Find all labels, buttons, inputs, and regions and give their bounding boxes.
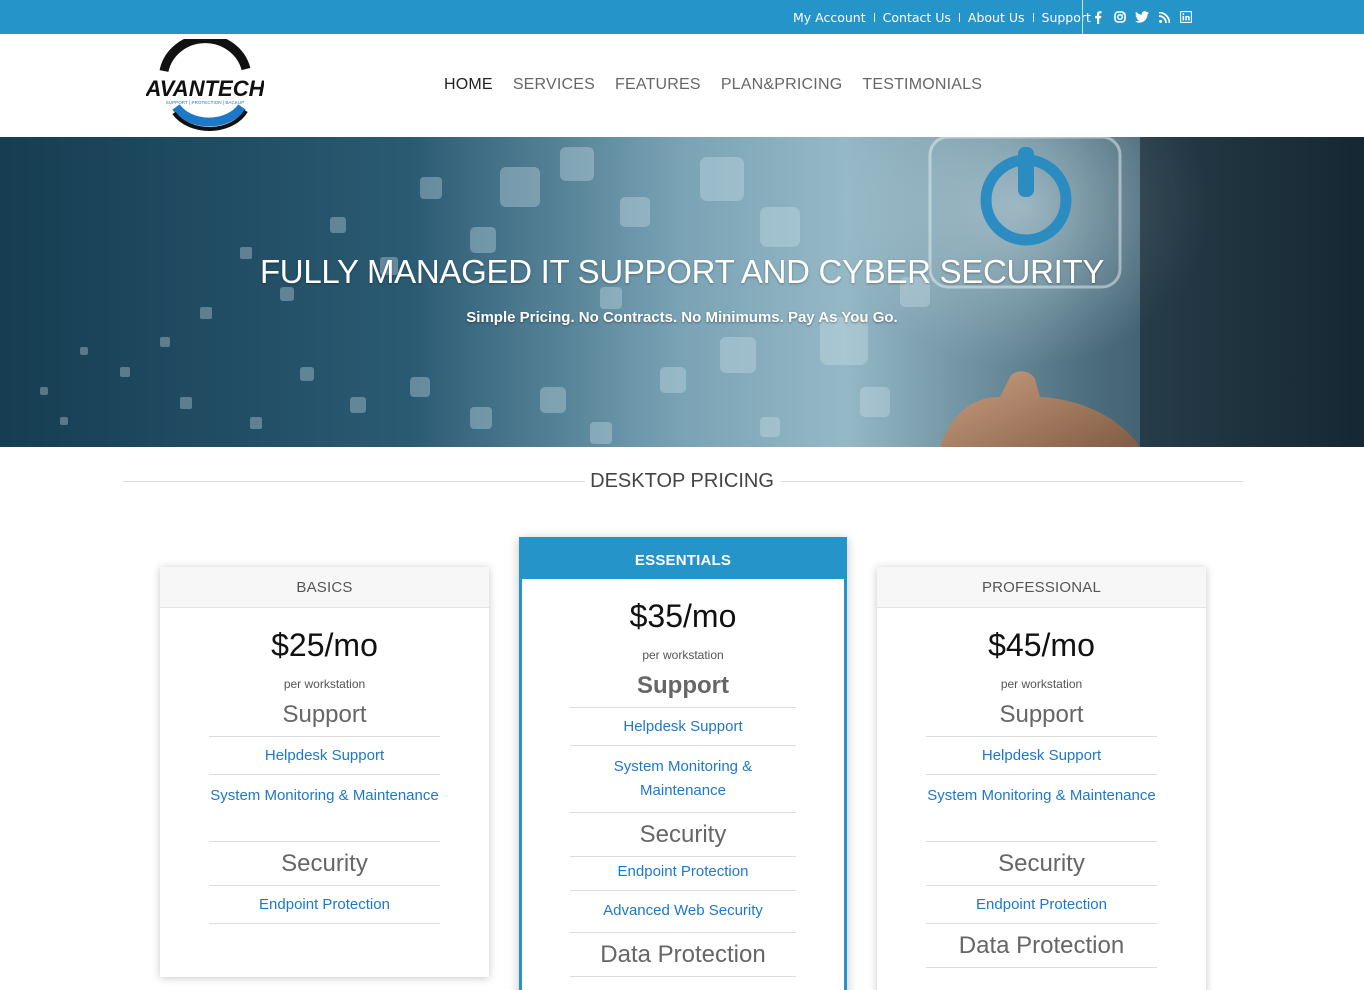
hero-background-image (40, 137, 1364, 447)
plan-name: BASICS (160, 567, 489, 608)
plan-price: $35/mo (629, 598, 737, 634)
category-support: Support (209, 693, 440, 737)
pricing-card-basics: BASICS $25/mo per workstation Support He… (160, 567, 489, 977)
contact-us-link[interactable]: Contact Us (883, 10, 951, 25)
category-data-protection: Data Protection (570, 933, 796, 977)
separator (958, 12, 960, 22)
rss-icon[interactable] (1157, 10, 1171, 24)
feature-advanced-web-security[interactable]: Advanced Web Security (570, 891, 796, 933)
category-support: Support (570, 664, 796, 708)
feature-list: Support Helpdesk Support System Monitori… (570, 664, 796, 977)
separator (873, 12, 875, 22)
category-data-protection: Data Protection (926, 924, 1157, 968)
feature-helpdesk-support[interactable]: Helpdesk Support (926, 737, 1157, 775)
hero-banner: FULLY MANAGED IT SUPPORT AND CYBER SECUR… (0, 137, 1364, 447)
feature-helpdesk-support[interactable]: Helpdesk Support (209, 737, 440, 775)
top-links: My Account Contact Us About Us Support (793, 0, 1091, 34)
instagram-icon[interactable] (1113, 10, 1127, 24)
price-unit: per workstation (1000, 677, 1083, 691)
support-link[interactable]: Support (1042, 10, 1091, 25)
nav-plan-pricing[interactable]: PLAN&PRICING (721, 76, 843, 94)
category-security: Security (209, 842, 440, 886)
price-unit: per workstation (642, 648, 724, 662)
site-header: AVANTECH SUPPORT | PROTECTION | BACKUP H… (0, 34, 1364, 137)
plan-name: PROFESSIONAL (877, 567, 1206, 608)
top-divider (1082, 0, 1083, 34)
main-nav: HOME SERVICES FEATURES PLAN&PRICING TEST… (444, 76, 982, 94)
plan-name: ESSENTIALS (522, 540, 844, 579)
nav-services[interactable]: SERVICES (513, 76, 595, 94)
plan-price: $25/mo (271, 627, 378, 663)
feature-system-monitoring[interactable]: System Monitoring & Maintenance (209, 775, 440, 842)
plan-price: $45/mo (988, 627, 1095, 663)
feature-endpoint-protection[interactable]: Endpoint Protection (570, 857, 796, 891)
svg-text:SUPPORT | PROTECTION | BACKUP: SUPPORT | PROTECTION | BACKUP (166, 100, 245, 105)
category-security: Security (570, 813, 796, 857)
nav-features[interactable]: FEATURES (615, 76, 701, 94)
hero-title: FULLY MANAGED IT SUPPORT AND CYBER SECUR… (259, 253, 1105, 290)
twitter-icon[interactable] (1135, 10, 1149, 24)
feature-system-monitoring[interactable]: System Monitoring & Maintenance (926, 775, 1157, 842)
top-bar: My Account Contact Us About Us Support (0, 0, 1364, 34)
social-icons (1091, 0, 1193, 34)
nav-testimonials[interactable]: TESTIMONIALS (862, 76, 982, 94)
avantech-logo[interactable]: AVANTECH SUPPORT | PROTECTION | BACKUP (145, 34, 266, 131)
price-unit: per workstation (283, 677, 366, 691)
pricing-card-professional: PROFESSIONAL $45/mo per workstation Supp… (877, 567, 1206, 990)
category-support: Support (926, 693, 1157, 737)
feature-list: Support Helpdesk Support System Monitori… (209, 693, 440, 924)
about-us-link[interactable]: About Us (968, 10, 1025, 25)
separator (1032, 12, 1034, 22)
linkedin-icon[interactable] (1179, 10, 1193, 24)
nav-home[interactable]: HOME (444, 76, 493, 94)
pricing-card-essentials: ESSENTIALS $35/mo per workstation Suppor… (519, 537, 847, 990)
feature-system-monitoring[interactable]: System Monitoring & Maintenance (570, 746, 796, 813)
category-security: Security (926, 842, 1157, 886)
section-title: DESKTOP PRICING (590, 470, 774, 492)
feature-endpoint-protection[interactable]: Endpoint Protection (926, 886, 1157, 924)
hero-subtitle: Simple Pricing. No Contracts. No Minimum… (466, 309, 898, 326)
my-account-link[interactable]: My Account (793, 10, 866, 25)
feature-list: Support Helpdesk Support System Monitori… (926, 693, 1157, 968)
svg-text:AVANTECH: AVANTECH (146, 76, 264, 101)
facebook-icon[interactable] (1091, 10, 1105, 24)
feature-endpoint-protection[interactable]: Endpoint Protection (209, 886, 440, 924)
feature-helpdesk-support[interactable]: Helpdesk Support (570, 708, 796, 746)
